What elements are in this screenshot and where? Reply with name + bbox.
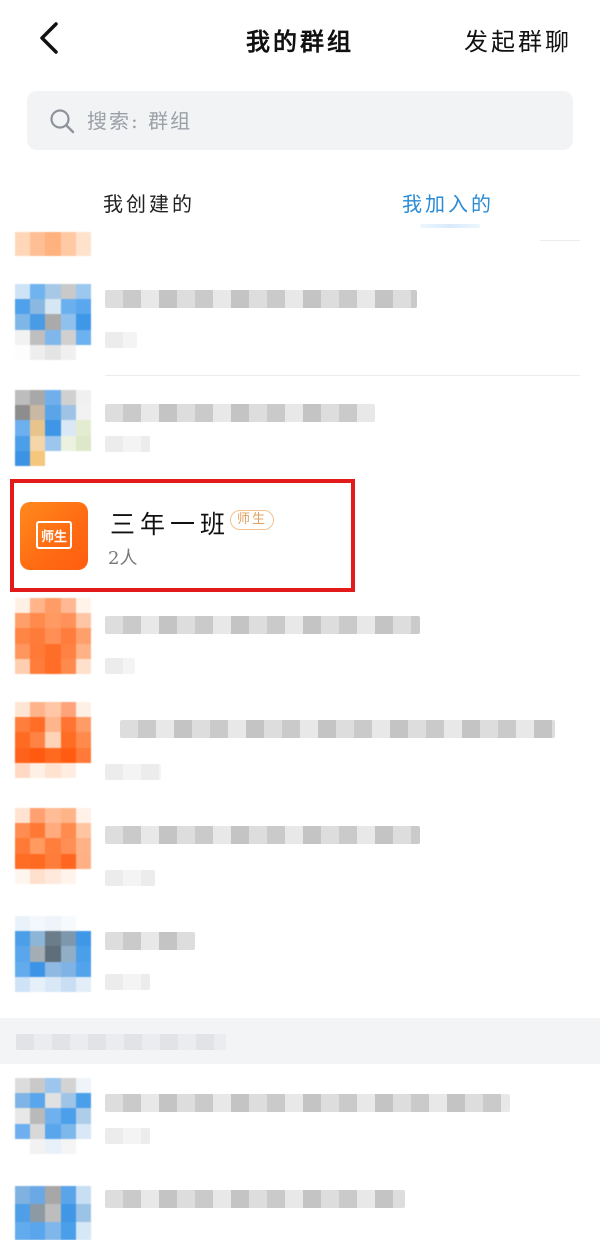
item-title <box>105 1190 405 1208</box>
item-subtitle <box>105 870 155 886</box>
group-type-tag: 师生 <box>230 510 275 530</box>
group-tabs: 我创建的 我加入的 <box>0 178 600 230</box>
item-subtitle <box>105 764 161 780</box>
item-subtitle <box>105 974 150 990</box>
item-subtitle <box>105 658 135 674</box>
search-bar[interactable] <box>27 91 573 150</box>
list-item[interactable] <box>0 598 600 698</box>
list-item[interactable] <box>0 808 600 908</box>
tab-joined[interactable]: 我加入的 <box>402 188 494 217</box>
avatar <box>15 808 91 884</box>
item-subtitle <box>105 1128 150 1144</box>
section-header-label <box>16 1034 226 1050</box>
item-title <box>105 932 195 950</box>
group-row-class[interactable]: 师生 三年一班 师生 2人 <box>0 478 600 590</box>
list-item[interactable] <box>0 232 600 268</box>
avatar <box>15 284 91 360</box>
list-item[interactable] <box>0 1078 600 1178</box>
section-header <box>0 1018 600 1064</box>
avatar-label: 师生 <box>40 529 67 545</box>
avatar <box>15 232 91 256</box>
item-title <box>105 616 420 634</box>
active-tab-indicator <box>420 224 480 228</box>
tab-created[interactable]: 我创建的 <box>103 188 195 217</box>
item-title <box>105 290 417 308</box>
book-icon: 师生 <box>36 521 72 549</box>
list-item[interactable] <box>0 702 600 802</box>
search-icon <box>49 108 75 134</box>
group-name: 三年一班 <box>110 510 231 539</box>
item-title <box>105 404 375 422</box>
search-input[interactable] <box>87 91 557 150</box>
avatar <box>15 598 91 674</box>
divider <box>540 240 580 241</box>
header-bar: 我的群组 发起群聊 <box>0 0 600 80</box>
item-subtitle <box>105 332 137 348</box>
avatar <box>15 702 91 778</box>
member-count: 2人 <box>108 548 138 569</box>
list-item[interactable] <box>0 376 600 476</box>
list-item[interactable] <box>0 270 600 376</box>
avatar <box>15 1078 91 1154</box>
item-title <box>120 720 555 738</box>
item-subtitle <box>105 436 150 452</box>
item-title <box>105 826 420 844</box>
avatar <box>15 390 91 466</box>
list-item[interactable] <box>0 912 600 1012</box>
item-title <box>105 1094 510 1112</box>
avatar <box>15 916 91 992</box>
start-group-chat-button[interactable]: 发起群聊 <box>464 22 572 57</box>
group-avatar: 师生 <box>20 502 88 570</box>
list-item[interactable] <box>0 1180 600 1240</box>
avatar <box>15 1186 91 1240</box>
